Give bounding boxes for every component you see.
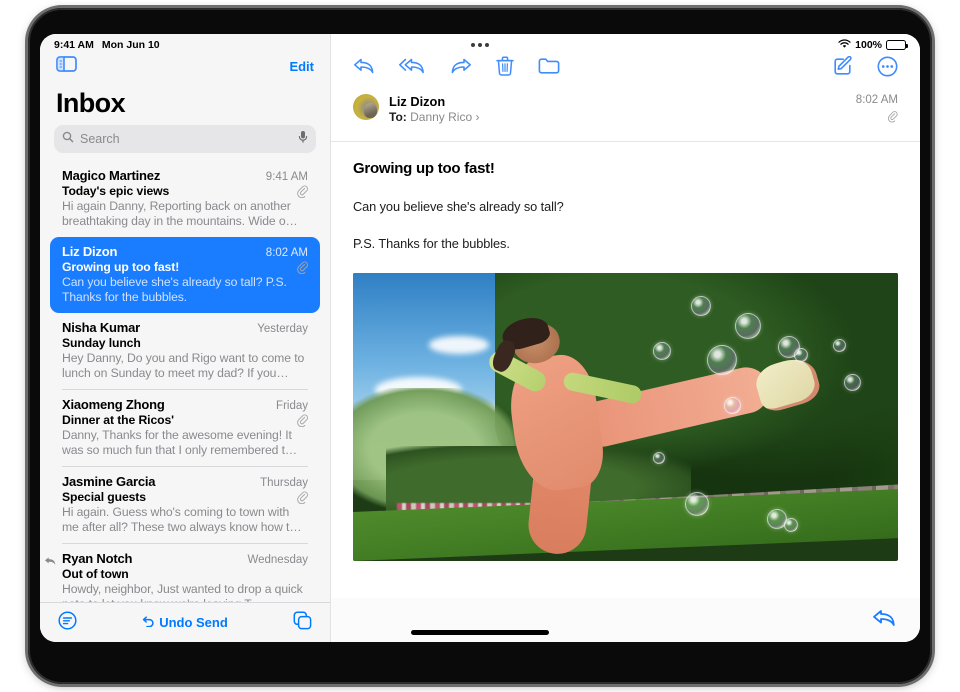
trash-icon[interactable] <box>496 56 514 76</box>
reply-all-arrow-icon[interactable] <box>399 57 426 75</box>
search-input[interactable]: Search <box>54 125 316 153</box>
message-sender: Magico Martinez <box>62 168 161 183</box>
message-header: Liz Dizon To: Danny Rico › 8:02 AM <box>331 80 920 142</box>
paperclip-icon <box>297 491 308 504</box>
duplicate-windows-icon[interactable] <box>293 611 312 635</box>
list-item[interactable]: Liz Dizon 8:02 AM Growing up too fast! C… <box>50 237 320 313</box>
message-subject: Growing up too fast! <box>62 260 180 274</box>
edit-button[interactable]: Edit <box>289 59 314 74</box>
paperclip-icon <box>297 414 308 427</box>
message-body: Growing up too fast! Can you believe she… <box>331 142 920 598</box>
search-placeholder: Search <box>80 132 120 146</box>
filter-lines-icon[interactable] <box>58 610 77 635</box>
bubble <box>723 396 741 414</box>
ipad-screen: 9:41 AM Mon Jun 10 100% Edit Inbox Searc… <box>40 34 920 642</box>
message-subject: Sunday lunch <box>62 336 141 350</box>
chevron-right-icon: › <box>475 110 480 124</box>
message-preview: Hey Danny, Do you and Rigo want to come … <box>62 351 305 380</box>
list-item[interactable]: Xiaomeng Zhong Friday Dinner at the Rico… <box>50 390 320 466</box>
message-preview: Can you believe she's already so tall? P… <box>62 275 287 304</box>
message-subject: Special guests <box>62 490 146 504</box>
message-sender: Liz Dizon <box>62 244 118 259</box>
shoe <box>751 353 824 415</box>
bubble <box>843 373 861 391</box>
more-ellipsis-circle-icon[interactable] <box>877 56 898 77</box>
cloud <box>429 336 490 354</box>
paperclip-icon <box>297 261 308 274</box>
message-date: Yesterday <box>257 323 308 335</box>
folder-icon[interactable] <box>538 57 560 75</box>
message-subject: Today's epic views <box>62 184 170 198</box>
list-item[interactable]: Magico Martinez 9:41 AM Today's epic vie… <box>50 161 320 237</box>
message-preview: Howdy, neighbor, Just wanted to drop a q… <box>62 582 303 602</box>
sidebar-toggle-icon[interactable] <box>56 55 77 77</box>
recipient-line[interactable]: To: Danny Rico › <box>389 110 846 124</box>
paperclip-icon <box>297 185 308 198</box>
reply-arrow-icon[interactable] <box>872 608 896 633</box>
bubble <box>652 451 665 464</box>
message-subject: Growing up too fast! <box>353 160 495 177</box>
message-detail-pane: Liz Dizon To: Danny Rico › 8:02 AM Growi… <box>330 34 920 642</box>
message-date: Friday <box>276 400 308 412</box>
bubble <box>783 517 798 532</box>
sender-info: Liz Dizon To: Danny Rico › <box>389 94 846 124</box>
message-date: 8:02 AM <box>265 247 308 259</box>
message-paragraph: P.S. Thanks for the bubbles. <box>353 236 510 251</box>
ipad-device-frame: 9:41 AM Mon Jun 10 100% Edit Inbox Searc… <box>28 8 932 684</box>
undo-send-button[interactable]: Undo Send <box>142 615 228 630</box>
message-sender: Nisha Kumar <box>62 320 140 335</box>
recipient-name: Danny Rico <box>410 110 473 124</box>
multitasking-dots-icon[interactable] <box>40 34 920 56</box>
message-subject: Out of town <box>62 567 129 581</box>
avatar <box>353 94 379 120</box>
split-view: Edit Inbox Search Magico Martinez 9:41 A… <box>40 34 920 642</box>
bubble <box>652 342 671 361</box>
message-sender: Jasmine Garcia <box>62 474 156 489</box>
detail-footer <box>331 598 920 642</box>
search-container: Search <box>40 125 330 161</box>
page-title: Inbox <box>56 88 126 118</box>
message-time: 8:02 AM <box>855 94 898 106</box>
message-preview: Danny, Thanks for the awesome evening! I… <box>62 428 298 457</box>
reply-arrow-icon[interactable] <box>353 57 375 75</box>
list-item[interactable]: Jasmine Garcia Thursday Special guests H… <box>50 467 320 543</box>
message-subject: Dinner at the Ricos' <box>62 413 174 427</box>
paperclip-icon <box>887 111 898 129</box>
bubble <box>690 296 711 317</box>
message-meta: 8:02 AM <box>856 94 898 129</box>
to-label: To: <box>389 110 407 124</box>
replied-arrow-icon <box>44 553 56 571</box>
toolbar-actions-right <box>833 56 898 77</box>
list-item[interactable]: Ryan Notch Wednesday Out of town Howdy, … <box>45 544 320 602</box>
sidebar-bottom-toolbar: Undo Send <box>40 602 330 642</box>
list-item[interactable]: Nisha Kumar Yesterday Sunday lunch Hey D… <box>50 313 320 389</box>
compose-pencil-icon[interactable] <box>833 56 853 76</box>
undo-arrow-icon <box>142 615 155 630</box>
forward-arrow-icon[interactable] <box>450 57 472 75</box>
search-icon <box>62 130 74 148</box>
message-preview: Hi again. Guess who's coming to town wit… <box>62 505 302 534</box>
message-preview: Hi again Danny, Reporting back on anothe… <box>62 199 298 228</box>
bubble <box>734 313 761 340</box>
bubble <box>832 339 846 353</box>
toolbar-actions-left <box>353 56 560 76</box>
leg <box>574 362 775 451</box>
undo-send-label: Undo Send <box>159 615 228 630</box>
message-date: 9:41 AM <box>265 171 308 183</box>
sender-name: Liz Dizon <box>389 94 446 109</box>
photo-attachment[interactable] <box>353 273 898 561</box>
message-date: Thursday <box>260 477 308 489</box>
home-indicator <box>411 630 549 635</box>
message-sender: Ryan Notch <box>62 551 133 566</box>
mail-sidebar: Edit Inbox Search Magico Martinez 9:41 A… <box>40 34 330 642</box>
message-date: Wednesday <box>247 554 308 566</box>
microphone-icon[interactable] <box>298 130 308 149</box>
message-paragraph: Can you believe she's already so tall? <box>353 199 564 214</box>
message-sender: Xiaomeng Zhong <box>62 397 165 412</box>
message-list[interactable]: Magico Martinez 9:41 AM Today's epic vie… <box>40 161 330 602</box>
